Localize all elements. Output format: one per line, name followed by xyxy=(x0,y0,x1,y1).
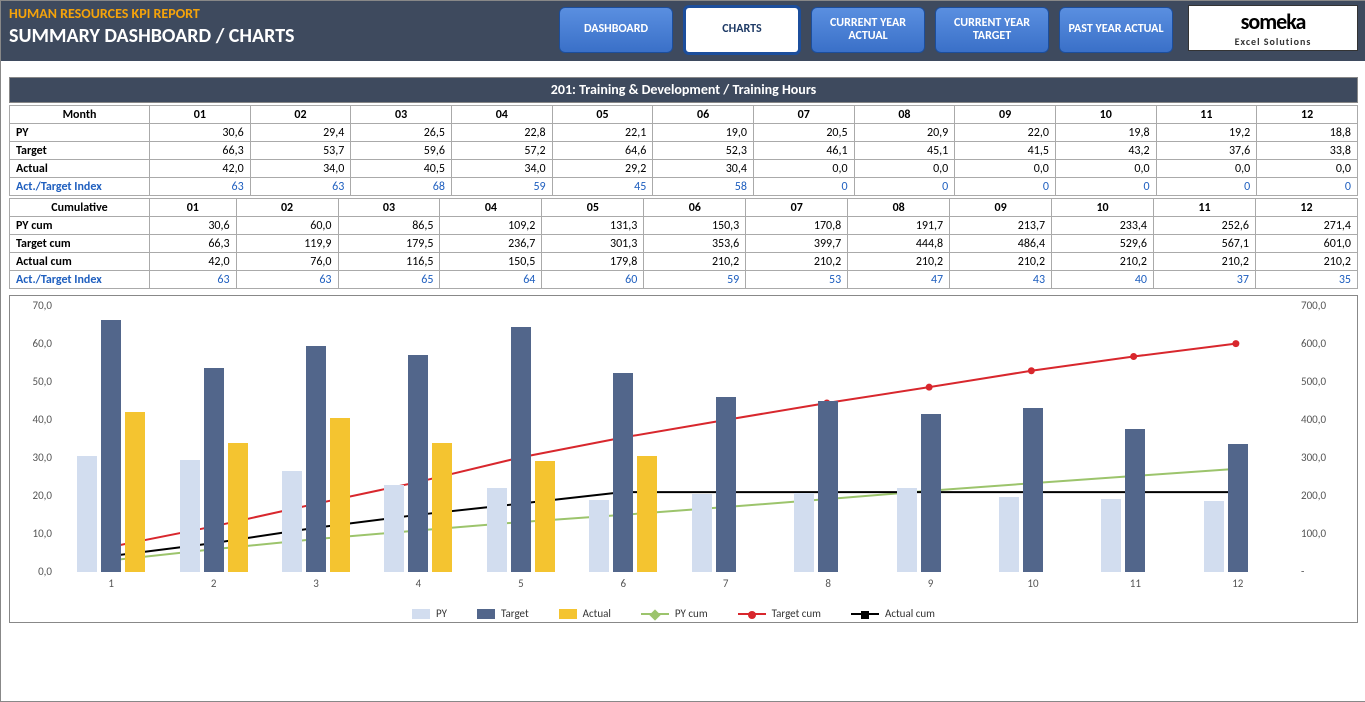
bar-ac xyxy=(535,461,555,572)
x-tick: 12 xyxy=(1223,577,1253,590)
bar-tg xyxy=(204,368,224,572)
bar-py xyxy=(487,488,507,572)
nav-dashboard[interactable]: DASHBOARD xyxy=(559,7,673,53)
bar-ac xyxy=(637,456,657,572)
bar-ac xyxy=(228,443,248,572)
table-row: PY30,629,426,522,822,119,020,520,922,019… xyxy=(10,124,1358,142)
logo-text: someka xyxy=(1241,8,1306,35)
nav-current-year-actual[interactable]: CURRENT YEAR ACTUAL xyxy=(811,7,925,53)
y-tick-left: 20,0 xyxy=(10,489,52,502)
legend-actual: Actual xyxy=(559,607,611,620)
x-tick: 3 xyxy=(301,577,331,590)
bar-tg xyxy=(306,346,326,572)
nav-past-year-actual[interactable]: PAST YEAR ACTUAL xyxy=(1059,7,1173,53)
bar-ac xyxy=(432,443,452,572)
bar-py xyxy=(77,456,97,572)
header-bar: HUMAN RESOURCES KPI REPORT SUMMARY DASHB… xyxy=(1,1,1365,61)
legend-target-cum: Target cum xyxy=(738,607,821,620)
bar-tg xyxy=(716,397,736,572)
y-tick-left: 50,0 xyxy=(10,375,52,388)
y-tick-left: 30,0 xyxy=(10,451,52,464)
bar-py xyxy=(180,460,200,572)
y-tick-left: 0,0 xyxy=(10,565,52,578)
y-tick-right: 100,0 xyxy=(1295,527,1357,540)
legend-py-cum: PY cum xyxy=(641,607,708,620)
bar-ac xyxy=(125,412,145,572)
x-tick: 2 xyxy=(199,577,229,590)
bar-tg xyxy=(1023,408,1043,572)
line-Actual cum xyxy=(111,492,1236,556)
x-tick: 10 xyxy=(1018,577,1048,590)
y-tick-right: 200,0 xyxy=(1295,489,1357,502)
x-tick: 4 xyxy=(403,577,433,590)
logo-subtext: Excel Solutions xyxy=(1235,35,1312,48)
x-tick: 6 xyxy=(608,577,638,590)
table-row: Act./Target Index636368594558000000 xyxy=(10,178,1358,196)
bar-py xyxy=(794,493,814,572)
x-tick: 5 xyxy=(506,577,536,590)
table-row: Actual cum42,076,0116,5150,5179,8210,221… xyxy=(10,253,1358,271)
chart-container: 0,0 10,0 20,0 30,0 40,0 50,0 60,0 70,0 - 100,0 20… xyxy=(9,295,1358,623)
logo: someka Excel Solutions xyxy=(1188,5,1358,51)
table-row: Cumulative010203040506070809101112 xyxy=(10,199,1358,217)
x-tick: 8 xyxy=(813,577,843,590)
legend-actual-cum: Actual cum xyxy=(851,607,935,620)
y-tick-right: - xyxy=(1295,565,1357,578)
y-tick-right: 400,0 xyxy=(1295,413,1357,426)
chart-legend: PY Target Actual PY cum Target cum Actua… xyxy=(60,607,1287,620)
y-tick-right: 700,0 xyxy=(1295,299,1357,312)
y-tick-left: 10,0 xyxy=(10,527,52,540)
bar-py xyxy=(282,471,302,572)
y-tick-left: 60,0 xyxy=(10,337,52,350)
table-row: Act./Target Index63636564605953474340373… xyxy=(10,271,1358,289)
bar-py xyxy=(1204,501,1224,572)
line-Target cum xyxy=(111,344,1236,547)
bar-py xyxy=(589,500,609,572)
bar-py xyxy=(999,497,1019,572)
monthly-table: Month010203040506070809101112PY30,629,42… xyxy=(9,105,1358,196)
table-row: Target66,353,759,657,264,652,346,145,141… xyxy=(10,142,1358,160)
line-PY cum xyxy=(111,469,1236,561)
bar-ac xyxy=(330,418,350,572)
title-block: HUMAN RESOURCES KPI REPORT SUMMARY DASHB… xyxy=(9,5,549,48)
x-tick: 7 xyxy=(711,577,741,590)
bar-tg xyxy=(818,401,838,572)
bar-tg xyxy=(1125,429,1145,572)
table-row: PY cum30,660,086,5109,2131,3150,3170,819… xyxy=(10,217,1358,235)
x-tick: 1 xyxy=(96,577,126,590)
y-tick-left: 40,0 xyxy=(10,413,52,426)
bar-tg xyxy=(511,327,531,572)
page-title: SUMMARY DASHBOARD / CHARTS xyxy=(9,24,549,48)
bar-tg xyxy=(921,414,941,572)
bar-tg xyxy=(408,355,428,572)
bar-py xyxy=(1101,499,1121,572)
bar-py xyxy=(384,485,404,572)
report-title: HUMAN RESOURCES KPI REPORT xyxy=(9,5,549,22)
nav-buttons: DASHBOARD CHARTS CURRENT YEAR ACTUAL CUR… xyxy=(559,5,1173,55)
table-row: Target cum66,3119,9179,5236,7301,3353,63… xyxy=(10,235,1358,253)
legend-py: PY xyxy=(412,607,447,620)
cumulative-table: Cumulative010203040506070809101112PY cum… xyxy=(9,198,1358,289)
y-tick-right: 600,0 xyxy=(1295,337,1357,350)
table-row: Actual42,034,040,534,029,230,40,00,00,00… xyxy=(10,160,1358,178)
x-tick: 11 xyxy=(1120,577,1150,590)
legend-target: Target xyxy=(477,607,529,620)
y-tick-right: 500,0 xyxy=(1295,375,1357,388)
chart-plot-area xyxy=(60,306,1287,572)
x-tick: 9 xyxy=(916,577,946,590)
y-tick-left: 70,0 xyxy=(10,299,52,312)
nav-charts[interactable]: CHARTS xyxy=(683,5,801,55)
bar-py xyxy=(897,488,917,572)
bar-tg xyxy=(1228,444,1248,572)
y-tick-right: 300,0 xyxy=(1295,451,1357,464)
section-title: 201: Training & Development / Training H… xyxy=(9,77,1358,103)
nav-current-year-target[interactable]: CURRENT YEAR TARGET xyxy=(935,7,1049,53)
bar-tg xyxy=(101,320,121,572)
bar-py xyxy=(692,494,712,572)
table-row: Month010203040506070809101112 xyxy=(10,106,1358,124)
bar-tg xyxy=(613,373,633,572)
